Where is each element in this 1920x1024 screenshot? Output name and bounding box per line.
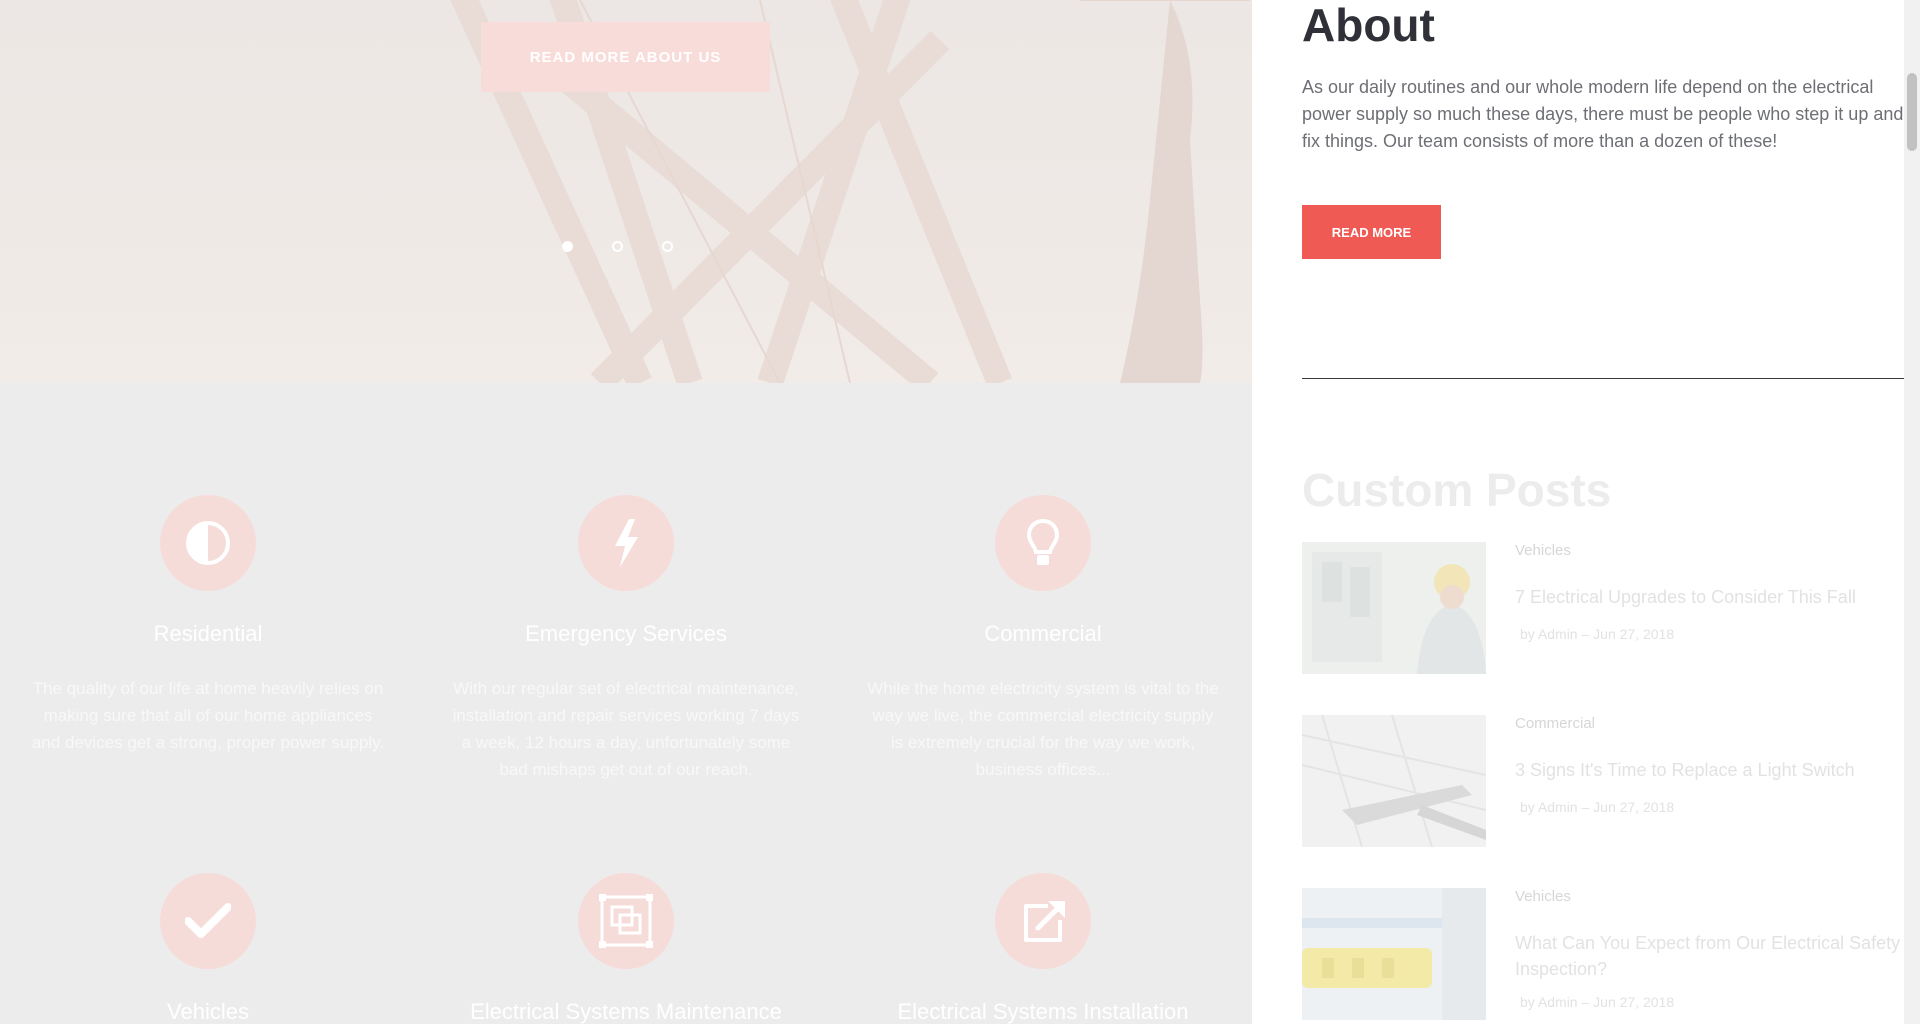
post-meta: by Admin – Jun 27, 2018 <box>1520 799 1675 815</box>
slider-dot-2[interactable] <box>612 241 623 252</box>
light-bulb-icon <box>1026 518 1060 565</box>
read-more-about-us-button[interactable]: READ MORE ABOUT US <box>481 22 770 92</box>
service-electrical-maintenance[interactable]: Electrical Systems Maintenance <box>441 873 811 1024</box>
service-description: While the home electricity system is vit… <box>867 679 1219 779</box>
frame-icon <box>599 894 653 948</box>
divider <box>1302 378 1904 379</box>
read-more-button[interactable]: READ MORE <box>1302 205 1441 259</box>
post-item[interactable]: Vehicles 7 Electrical Upgrades to Consid… <box>1302 542 1904 674</box>
post-thumbnail[interactable] <box>1302 888 1486 1020</box>
panel-scrollbar[interactable] <box>1904 0 1920 1024</box>
post-item[interactable]: Commercial 3 Signs It's Time to Replace … <box>1302 715 1904 847</box>
page-content: READ MORE ABOUT US Residential The quali… <box>0 0 1252 1024</box>
slider-dot-3[interactable] <box>662 241 673 252</box>
side-panel: About As our daily routines and our whol… <box>1252 0 1904 1024</box>
service-title: Electrical Systems Installation <box>897 999 1189 1024</box>
post-title[interactable]: What Can You Expect from Our Electrical … <box>1515 930 1904 982</box>
service-title: Vehicles <box>167 999 249 1024</box>
service-description: The quality of our life at home heavily … <box>31 679 385 752</box>
services-section: Residential The quality of our life at h… <box>0 383 1252 1024</box>
service-icon-circle <box>578 495 674 591</box>
post-item[interactable]: Vehicles What Can You Expect from Our El… <box>1302 888 1904 1020</box>
service-description: With our regular set of electrical maint… <box>452 679 800 779</box>
external-link-icon <box>1024 901 1065 942</box>
scrollbar-thumb[interactable] <box>1907 73 1917 151</box>
service-title: Commercial <box>984 621 1102 646</box>
service-residential[interactable]: Residential The quality of our life at h… <box>23 495 393 756</box>
post-category[interactable]: Vehicles <box>1515 542 1571 559</box>
service-title: Electrical Systems Maintenance <box>470 999 782 1024</box>
service-title: Emergency Services <box>525 621 727 646</box>
slider-dot-1[interactable] <box>562 241 573 252</box>
hero-slider: READ MORE ABOUT US <box>0 0 1252 383</box>
lightning-bolt-icon <box>615 519 638 567</box>
service-icon-circle <box>995 873 1091 969</box>
post-thumbnail[interactable] <box>1302 715 1486 847</box>
post-meta: by Admin – Jun 27, 2018 <box>1520 626 1675 642</box>
post-meta: by Admin – Jun 27, 2018 <box>1520 994 1675 1010</box>
service-icon-circle <box>160 873 256 969</box>
post-category[interactable]: Vehicles <box>1515 888 1571 905</box>
service-icon-circle <box>160 495 256 591</box>
half-circle-icon <box>186 521 230 565</box>
about-text: As our daily routines and our whole mode… <box>1302 77 1904 151</box>
slider-pagination <box>562 241 673 252</box>
post-category[interactable]: Commercial <box>1515 715 1595 732</box>
service-title: Residential <box>153 621 263 646</box>
post-thumbnail[interactable] <box>1302 542 1486 674</box>
service-icon-circle <box>995 495 1091 591</box>
service-electrical-installation[interactable]: Electrical Systems Installation <box>858 873 1228 1024</box>
custom-posts-title: Custom Posts <box>1302 464 1612 516</box>
post-title[interactable]: 3 Signs It's Time to Replace a Light Swi… <box>1515 757 1904 783</box>
service-vehicles[interactable]: Vehicles <box>23 873 393 1024</box>
post-title[interactable]: 7 Electrical Upgrades to Consider This F… <box>1515 584 1904 610</box>
about-title: About <box>1302 0 1435 51</box>
service-commercial[interactable]: Commercial While the home electricity sy… <box>858 495 1228 783</box>
service-icon-circle <box>578 873 674 969</box>
checkmark-icon <box>185 903 231 938</box>
service-emergency[interactable]: Emergency Services With our regular set … <box>441 495 811 783</box>
